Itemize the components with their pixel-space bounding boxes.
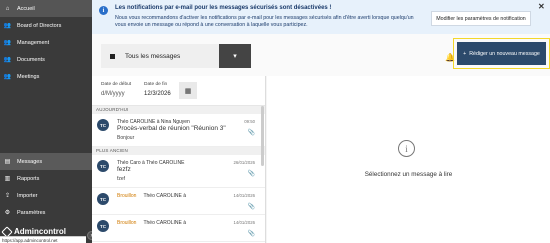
sidebar: ⌂ Accueil 👥 Board of Directors 👥 Managem… bbox=[0, 0, 92, 243]
sidebar-item-rapports[interactable]: ▥ Rapports bbox=[0, 170, 92, 187]
avatar: TC bbox=[97, 193, 109, 205]
plus-icon: + bbox=[463, 50, 467, 57]
toolbar: Tous les messages ▾ 🔔 + Rédiger un nouve… bbox=[92, 34, 550, 76]
message-preview: fzef bbox=[117, 176, 126, 182]
message-list-panel: Date de début d/M/yyyy Date de fin 12/3/… bbox=[92, 76, 266, 243]
logo-text: Admincontrol bbox=[14, 227, 66, 236]
message-date: 14/01/2026 bbox=[233, 220, 255, 225]
banner-title: Les notifications par e-mail pour les me… bbox=[115, 5, 332, 11]
message-participants: Brouillon Théo CAROLINE à bbox=[117, 193, 186, 199]
date-filter: Date de début d/M/yyyy Date de fin 12/3/… bbox=[92, 76, 265, 106]
home-icon: ⌂ bbox=[5, 5, 10, 12]
message-preview: Bonjour bbox=[117, 135, 135, 141]
draft-badge: Brouillon bbox=[117, 220, 137, 226]
group-icon: 👥 bbox=[3, 40, 12, 46]
sidebar-item-meetings[interactable]: 👥 Meetings bbox=[0, 68, 92, 85]
close-icon[interactable]: ✕ bbox=[538, 2, 545, 11]
messages-icon: ▤ bbox=[4, 159, 11, 165]
avatar: TC bbox=[97, 160, 109, 172]
empty-state-text: Sélectionnez un message à lire bbox=[364, 171, 453, 178]
info-icon: i bbox=[398, 140, 415, 157]
attachment-icon: 📎 bbox=[247, 231, 255, 237]
message-participants: Brouillon Théo CAROLINE à bbox=[117, 220, 186, 226]
upload-icon: ⇪ bbox=[4, 193, 11, 199]
sidebar-item-label: Meetings bbox=[17, 73, 40, 80]
calendar-icon: ▦ bbox=[184, 87, 192, 95]
message-date: 14/01/2026 bbox=[233, 193, 255, 198]
group-icon: 👥 bbox=[3, 23, 12, 29]
modify-notification-settings-button[interactable]: Modifier les paramètres de notification bbox=[431, 11, 531, 26]
message-participants-text: Théo CAROLINE à bbox=[143, 220, 186, 226]
admincontrol-logo: Admincontrol bbox=[1, 225, 66, 238]
sidebar-item-accueil[interactable]: ⌂ Accueil bbox=[0, 0, 92, 17]
sidebar-item-parametres[interactable]: ⚙ Paramètres bbox=[0, 204, 92, 221]
attachment-icon: 📎 bbox=[247, 130, 255, 136]
new-message-highlight: + Rédiger un nouveau message bbox=[453, 38, 550, 69]
notification-banner: i Les notifications par e-mail pour les … bbox=[92, 0, 550, 34]
message-date: 26/01/2026 bbox=[233, 160, 255, 165]
bar-chart-icon: ▥ bbox=[4, 176, 11, 182]
list-item[interactable]: TC Théo CAROLINE à Nina Nguyen Procès-ve… bbox=[92, 114, 265, 147]
end-date-label: Date de fin bbox=[144, 82, 168, 87]
message-participants-text: Théo CAROLINE à bbox=[143, 193, 186, 199]
list-item[interactable]: TC Brouillon Théo CAROLINE à 14/01/2026 📎 bbox=[92, 188, 265, 215]
draft-badge: Brouillon bbox=[117, 193, 137, 199]
attachment-icon: 📎 bbox=[247, 171, 255, 177]
list-scrollbar[interactable] bbox=[261, 106, 264, 166]
end-date-field[interactable]: Date de fin 12/3/2026 bbox=[144, 82, 171, 97]
sidebar-item-board-of-directors[interactable]: 👥 Board of Directors bbox=[0, 17, 92, 34]
list-item[interactable]: TC Brouillon Théo CAROLINE à 14/01/2026 📎 bbox=[92, 215, 265, 242]
banner-text: Nous vous recommandons d'activer les not… bbox=[115, 15, 414, 28]
calendar-button[interactable]: ▦ bbox=[179, 82, 197, 99]
sidebar-item-label: Documents bbox=[17, 56, 45, 63]
filter-selected-value: Tous les messages bbox=[125, 52, 181, 60]
sidebar-item-label: Management bbox=[17, 39, 50, 46]
sidebar-item-management[interactable]: 👥 Management bbox=[0, 34, 92, 51]
avatar: TC bbox=[97, 119, 109, 131]
start-date-label: Date de début bbox=[101, 82, 132, 87]
sidebar-item-label: Messages bbox=[17, 158, 43, 165]
sidebar-item-label: Rapports bbox=[17, 175, 40, 182]
status-url: https://app.admincontrol.net bbox=[0, 236, 86, 243]
message-date: 09:50 bbox=[244, 119, 255, 124]
new-message-label: Rédiger un nouveau message bbox=[469, 50, 540, 57]
sidebar-item-importer[interactable]: ⇪ Importer bbox=[0, 187, 92, 204]
list-item[interactable]: TC Théo Caro à Théo CAROLINE fezfz fzef … bbox=[92, 155, 265, 188]
sidebar-item-messages[interactable]: ▤ Messages bbox=[0, 153, 92, 170]
end-date-input[interactable]: 12/3/2026 bbox=[144, 91, 171, 97]
sidebar-item-label: Paramètres bbox=[17, 209, 46, 216]
sidebar-item-label: Board of Directors bbox=[17, 22, 62, 29]
new-message-button[interactable]: + Rédiger un nouveau message bbox=[457, 42, 546, 65]
group-icon: 👥 bbox=[3, 74, 12, 80]
sidebar-item-label: Accueil bbox=[17, 5, 35, 12]
group-icon: 👥 bbox=[3, 57, 12, 63]
sidebar-item-documents[interactable]: 👥 Documents bbox=[0, 51, 92, 68]
chevron-down-icon[interactable]: ▾ bbox=[219, 44, 251, 68]
info-icon: i bbox=[99, 6, 108, 15]
message-subject: Procès-verbal de réunion "Réunion 3" bbox=[117, 125, 226, 132]
message-reader: i Sélectionnez un message à lire bbox=[267, 76, 550, 243]
sidebar-item-label: Importer bbox=[17, 192, 38, 199]
section-header-older: PLUS ANCIEN bbox=[92, 147, 265, 155]
message-filter-select[interactable]: Tous les messages ▾ bbox=[101, 44, 251, 68]
message-subject: fezfz bbox=[117, 166, 131, 173]
sidebar-bottom-group: ▤ Messages ▥ Rapports ⇪ Importer ⚙ Param… bbox=[0, 153, 92, 221]
start-date-input[interactable]: d/M/yyyy bbox=[101, 91, 131, 97]
gear-icon: ⚙ bbox=[4, 210, 11, 216]
start-date-field[interactable]: Date de début d/M/yyyy bbox=[101, 82, 131, 97]
section-header-today: AUJOURD'HUI bbox=[92, 106, 265, 114]
attachment-icon: 📎 bbox=[247, 204, 255, 210]
avatar: TC bbox=[97, 220, 109, 232]
filter-square-icon bbox=[110, 53, 115, 59]
